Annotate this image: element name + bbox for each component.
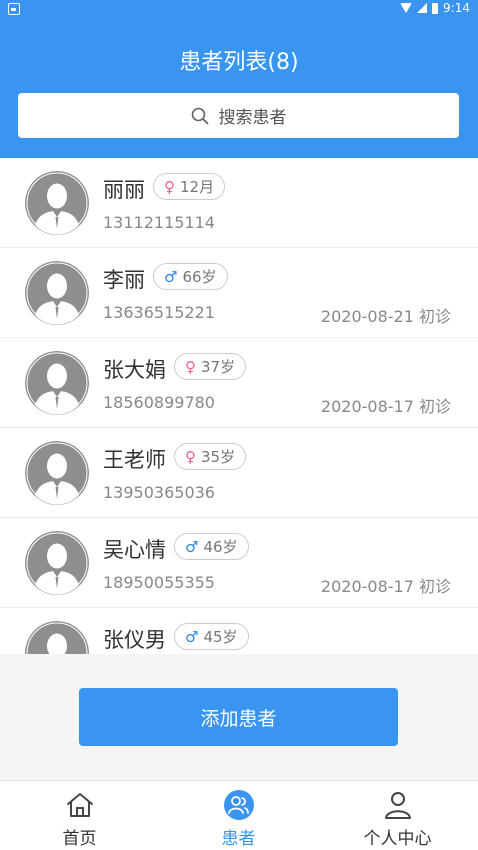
patients-icon bbox=[223, 790, 254, 820]
gender-age-badge: ♂ 46岁 bbox=[174, 533, 249, 560]
tab-profile-label: 个人中心 bbox=[363, 829, 432, 849]
page-title: 患者列表(8) bbox=[179, 50, 299, 75]
patient-name: 王老师 bbox=[103, 448, 166, 472]
gender-age-badge: ♀ 35岁 bbox=[174, 443, 247, 470]
patient-row[interactable]: 丽丽 ♀ 12月 13112115114 bbox=[0, 158, 478, 248]
wifi-icon bbox=[400, 3, 413, 13]
status-bar: 9:14 bbox=[0, 0, 478, 20]
bottom-tab-bar: 首页 患者 个人中心 bbox=[0, 780, 478, 850]
avatar bbox=[25, 441, 89, 505]
male-icon: ♂ bbox=[164, 267, 178, 286]
tab-home[interactable]: 首页 bbox=[0, 781, 159, 850]
patient-name: 吴心情 bbox=[103, 538, 166, 562]
gender-age-badge: ♀ 37岁 bbox=[174, 353, 247, 380]
male-icon: ♂ bbox=[185, 627, 199, 646]
add-area: 添加患者 bbox=[0, 654, 478, 780]
search-icon bbox=[191, 107, 208, 124]
female-icon: ♀ bbox=[164, 177, 175, 196]
person-icon bbox=[384, 792, 411, 819]
patient-row[interactable]: 吴心情 ♂ 46岁 18950055355 2020-08-17 初诊 bbox=[0, 518, 478, 608]
patient-age: 37岁 bbox=[201, 358, 236, 376]
patient-row[interactable]: 王老师 ♀ 35岁 13950365036 bbox=[0, 428, 478, 518]
patient-phone: 18560899780 bbox=[103, 393, 215, 412]
female-icon: ♀ bbox=[185, 357, 196, 376]
visit-date: 2020-08-17 初诊 bbox=[320, 577, 451, 596]
patient-age: 46岁 bbox=[203, 538, 238, 556]
male-icon: ♂ bbox=[185, 537, 199, 556]
search-placeholder: 搜索患者 bbox=[218, 108, 287, 128]
visit-date: 2020-08-21 初诊 bbox=[320, 307, 451, 326]
avatar bbox=[25, 261, 89, 325]
tab-profile[interactable]: 个人中心 bbox=[318, 781, 477, 850]
gender-age-badge: ♂ 66岁 bbox=[153, 263, 228, 290]
search-input[interactable]: 搜索患者 bbox=[18, 93, 459, 138]
tab-patients[interactable]: 患者 bbox=[159, 781, 318, 850]
patient-row[interactable]: 张大娟 ♀ 37岁 18560899780 2020-08-17 初诊 bbox=[0, 338, 478, 428]
patient-age: 45岁 bbox=[203, 628, 238, 646]
patient-age: 12月 bbox=[180, 178, 215, 196]
patient-phone: 13636515221 bbox=[103, 303, 215, 322]
patient-age: 66岁 bbox=[182, 268, 217, 286]
tab-patients-label: 患者 bbox=[221, 829, 256, 849]
avatar bbox=[25, 171, 89, 235]
patient-list[interactable]: 丽丽 ♀ 12月 13112115114 李丽 ♂ 66岁 13636515221 2020-0… bbox=[0, 158, 478, 654]
add-patient-button[interactable]: 添加患者 bbox=[79, 688, 398, 746]
patient-age: 35岁 bbox=[201, 448, 236, 466]
patient-phone: 18950055355 bbox=[103, 573, 215, 592]
patient-phone: 13112115114 bbox=[103, 213, 215, 232]
gender-age-badge: ♂ 45岁 bbox=[174, 623, 249, 650]
home-icon bbox=[66, 793, 93, 817]
female-icon: ♀ bbox=[185, 447, 196, 466]
avatar bbox=[25, 621, 89, 654]
patient-row[interactable]: 李丽 ♂ 66岁 13636515221 2020-08-21 初诊 bbox=[0, 248, 478, 338]
patient-phone: 13950365036 bbox=[103, 483, 215, 502]
patient-name: 张仪男 bbox=[103, 628, 166, 652]
header-bar: 9:14 患者列表(8) 搜索患者 bbox=[0, 0, 478, 158]
signal-icon bbox=[417, 3, 428, 13]
notification-icon bbox=[8, 3, 20, 15]
avatar bbox=[25, 531, 89, 595]
patient-name: 李丽 bbox=[103, 268, 145, 292]
status-time: 9:14 bbox=[443, 1, 470, 15]
battery-icon bbox=[432, 2, 439, 14]
patient-name: 张大娟 bbox=[103, 358, 166, 382]
visit-date: 2020-08-17 初诊 bbox=[320, 397, 451, 416]
gender-age-badge: ♀ 12月 bbox=[153, 173, 226, 200]
tab-home-label: 首页 bbox=[62, 829, 97, 849]
patient-row[interactable]: 张仪男 ♂ 45岁 bbox=[0, 608, 478, 654]
patient-name: 丽丽 bbox=[103, 178, 145, 202]
avatar bbox=[25, 351, 89, 415]
